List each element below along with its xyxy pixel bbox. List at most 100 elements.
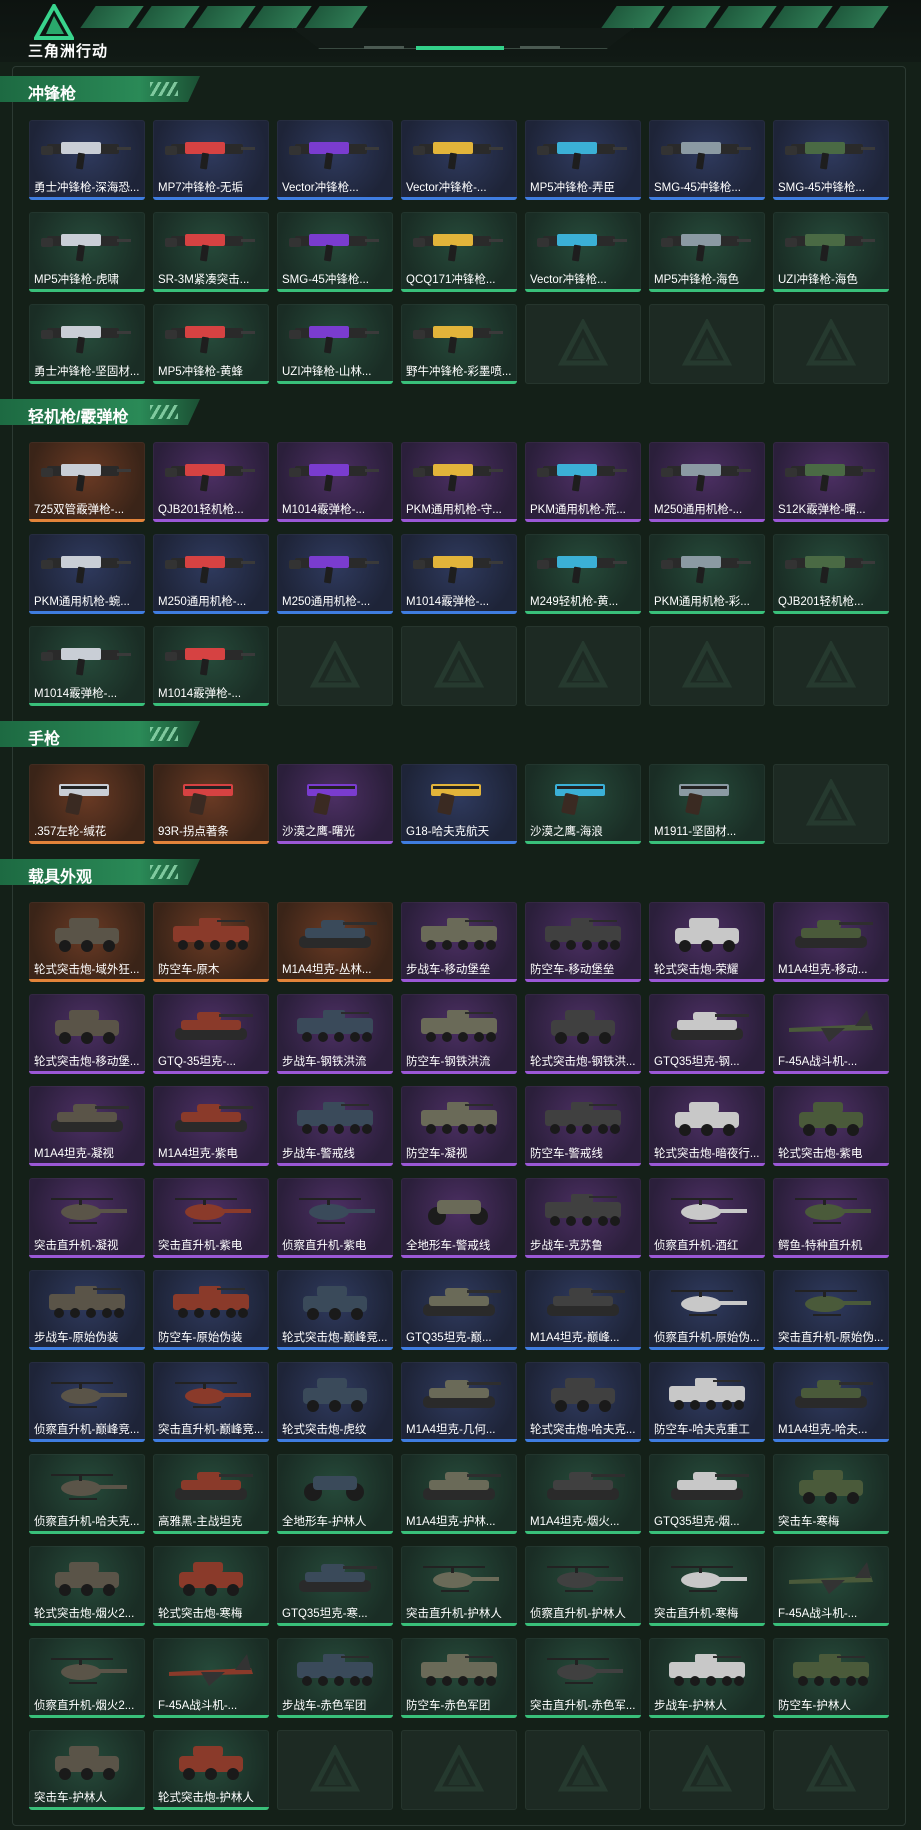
skin-card[interactable]: 轮式突击炮-紫电 <box>773 1086 889 1166</box>
skin-card[interactable]: MP5冲锋枪-海色 <box>649 212 765 292</box>
skin-card[interactable]: M1014霰弹枪-... <box>401 534 517 614</box>
skin-card[interactable]: M1A4坦克-几何... <box>401 1362 517 1442</box>
skin-card[interactable]: Vector冲锋枪... <box>277 120 393 200</box>
skin-card[interactable]: 防空车-警戒线 <box>525 1086 641 1166</box>
skin-card[interactable]: MP5冲锋枪-黄蜂 <box>153 304 269 384</box>
skin-card[interactable]: M1014霰弹枪-... <box>29 626 145 706</box>
skin-card[interactable]: M1014霰弹枪-... <box>277 442 393 522</box>
skin-card[interactable]: 防空车-凝视 <box>401 1086 517 1166</box>
skin-card[interactable]: 轮式突击炮-烟火2... <box>29 1546 145 1626</box>
skin-card[interactable]: 防空车-哈夫克重工 <box>649 1362 765 1442</box>
skin-card[interactable]: 轮式突击炮-护林人 <box>153 1730 269 1810</box>
skin-card[interactable]: M249轻机枪-黄... <box>525 534 641 614</box>
skin-card[interactable]: Vector冲锋枪-... <box>401 120 517 200</box>
skin-card[interactable]: QJB201轻机枪... <box>773 534 889 614</box>
skin-card[interactable]: 沙漠之鹰-海浪 <box>525 764 641 844</box>
skin-card[interactable]: F-45A战斗机-... <box>153 1638 269 1718</box>
skin-card[interactable]: MP5冲锋枪-弄臣 <box>525 120 641 200</box>
skin-card[interactable]: 侦察直升机-紫电 <box>277 1178 393 1258</box>
skin-card[interactable]: M250通用机枪-... <box>277 534 393 614</box>
skin-card[interactable]: 突击直升机-巅峰竞... <box>153 1362 269 1442</box>
skin-card[interactable]: 步战车-警戒线 <box>277 1086 393 1166</box>
skin-card[interactable]: QJB201轻机枪... <box>153 442 269 522</box>
skin-card[interactable]: GTQ35坦克-钢... <box>649 994 765 1074</box>
skin-card[interactable]: 步战车-移动堡垒 <box>401 902 517 982</box>
skin-card[interactable]: 突击直升机-凝视 <box>29 1178 145 1258</box>
skin-card[interactable]: 轮式突击炮-巅峰竞... <box>277 1270 393 1350</box>
skin-card[interactable]: M250通用机枪-... <box>153 534 269 614</box>
skin-card[interactable]: 防空车-赤色军团 <box>401 1638 517 1718</box>
skin-card[interactable]: 勇士冲锋枪-深海恐... <box>29 120 145 200</box>
skin-card[interactable]: 防空车-移动堡垒 <box>525 902 641 982</box>
skin-card[interactable]: 侦察直升机-酒红 <box>649 1178 765 1258</box>
skin-card[interactable]: M1A4坦克-丛林... <box>277 902 393 982</box>
skin-card[interactable]: 轮式突击炮-虎纹 <box>277 1362 393 1442</box>
skin-card[interactable]: SMG-45冲锋枪... <box>277 212 393 292</box>
skin-card[interactable]: F-45A战斗机-... <box>773 994 889 1074</box>
skin-card[interactable]: M1014霰弹枪-... <box>153 626 269 706</box>
skin-card[interactable]: 突击直升机-紫电 <box>153 1178 269 1258</box>
skin-card[interactable]: MP5冲锋枪-虎啸 <box>29 212 145 292</box>
skin-card[interactable]: 步战车-克苏鲁 <box>525 1178 641 1258</box>
skin-card[interactable]: MP7冲锋枪-无垢 <box>153 120 269 200</box>
skin-card[interactable]: Vector冲锋枪... <box>525 212 641 292</box>
skin-card[interactable]: 轮式突击炮-寒梅 <box>153 1546 269 1626</box>
skin-card[interactable]: 侦察直升机-巅峰竞... <box>29 1362 145 1442</box>
skin-card[interactable]: M1A4坦克-巅峰... <box>525 1270 641 1350</box>
skin-card[interactable]: F-45A战斗机-... <box>773 1546 889 1626</box>
skin-card[interactable]: 侦察直升机-原始伪... <box>649 1270 765 1350</box>
skin-card[interactable]: SMG-45冲锋枪... <box>649 120 765 200</box>
skin-card[interactable]: 勇士冲锋枪-坚固材... <box>29 304 145 384</box>
skin-card[interactable]: PKM通用机枪-蜿... <box>29 534 145 614</box>
skin-card[interactable]: QCQ171冲锋枪... <box>401 212 517 292</box>
skin-card[interactable]: 突击车-寒梅 <box>773 1454 889 1534</box>
skin-card[interactable]: 防空车-护林人 <box>773 1638 889 1718</box>
skin-card[interactable]: GTQ35坦克-烟... <box>649 1454 765 1534</box>
skin-card[interactable]: PKM通用机枪-守... <box>401 442 517 522</box>
skin-card[interactable]: M1A4坦克-移动... <box>773 902 889 982</box>
skin-card[interactable]: UZI冲锋枪-海色 <box>773 212 889 292</box>
skin-card[interactable]: 防空车-原始伪装 <box>153 1270 269 1350</box>
skin-card[interactable]: SR-3M紧凑突击... <box>153 212 269 292</box>
skin-card[interactable]: 93R-拐点著条 <box>153 764 269 844</box>
skin-card[interactable]: G18-哈夫克航天 <box>401 764 517 844</box>
skin-card[interactable]: UZI冲锋枪-山林... <box>277 304 393 384</box>
skin-card[interactable]: M1911-坚固材... <box>649 764 765 844</box>
skin-card[interactable]: 突击直升机-赤色军... <box>525 1638 641 1718</box>
skin-card[interactable]: 全地形车-警戒线 <box>401 1178 517 1258</box>
skin-card[interactable]: M250通用机枪-... <box>649 442 765 522</box>
skin-card[interactable]: M1A4坦克-凝视 <box>29 1086 145 1166</box>
skin-card[interactable]: 轮式突击炮-哈夫克... <box>525 1362 641 1442</box>
skin-card[interactable]: 轮式突击炮-钢铁洪... <box>525 994 641 1074</box>
skin-card[interactable]: 轮式突击炮-暗夜行... <box>649 1086 765 1166</box>
skin-card[interactable]: .357左轮-缄花 <box>29 764 145 844</box>
skin-card[interactable]: M1A4坦克-哈夫... <box>773 1362 889 1442</box>
skin-card[interactable]: M1A4坦克-紫电 <box>153 1086 269 1166</box>
skin-card[interactable]: 步战车-原始伪装 <box>29 1270 145 1350</box>
skin-card[interactable]: 侦察直升机-烟火2... <box>29 1638 145 1718</box>
skin-card[interactable]: SMG-45冲锋枪... <box>773 120 889 200</box>
skin-card[interactable]: GTQ-35坦克-... <box>153 994 269 1074</box>
skin-card[interactable]: 轮式突击炮-移动堡... <box>29 994 145 1074</box>
skin-card[interactable]: PKM通用机枪-荒... <box>525 442 641 522</box>
skin-card[interactable]: 防空车-钢铁洪流 <box>401 994 517 1074</box>
skin-card[interactable]: PKM通用机枪-彩... <box>649 534 765 614</box>
skin-card[interactable]: 轮式突击炮-域外狂... <box>29 902 145 982</box>
skin-card[interactable]: 突击直升机-护林人 <box>401 1546 517 1626</box>
skin-card[interactable]: 725双管霰弹枪-... <box>29 442 145 522</box>
skin-card[interactable]: 鳄鱼-特种直升机 <box>773 1178 889 1258</box>
skin-card[interactable]: 突击车-护林人 <box>29 1730 145 1810</box>
skin-card[interactable]: 沙漠之鹰-曙光 <box>277 764 393 844</box>
skin-card[interactable]: 突击直升机-原始伪... <box>773 1270 889 1350</box>
skin-card[interactable]: 防空车-原木 <box>153 902 269 982</box>
skin-card[interactable]: 高雅黑-主战坦克 <box>153 1454 269 1534</box>
skin-card[interactable]: GTQ35坦克-寒... <box>277 1546 393 1626</box>
skin-card[interactable]: GTQ35坦克-巅... <box>401 1270 517 1350</box>
skin-card[interactable]: S12K霰弹枪-曙... <box>773 442 889 522</box>
skin-card[interactable]: 野牛冲锋枪-彩墨喷... <box>401 304 517 384</box>
skin-card[interactable]: 步战车-护林人 <box>649 1638 765 1718</box>
skin-card[interactable]: 轮式突击炮-荣耀 <box>649 902 765 982</box>
skin-card[interactable]: 突击直升机-寒梅 <box>649 1546 765 1626</box>
skin-card[interactable]: M1A4坦克-护林... <box>401 1454 517 1534</box>
skin-card[interactable]: 全地形车-护林人 <box>277 1454 393 1534</box>
